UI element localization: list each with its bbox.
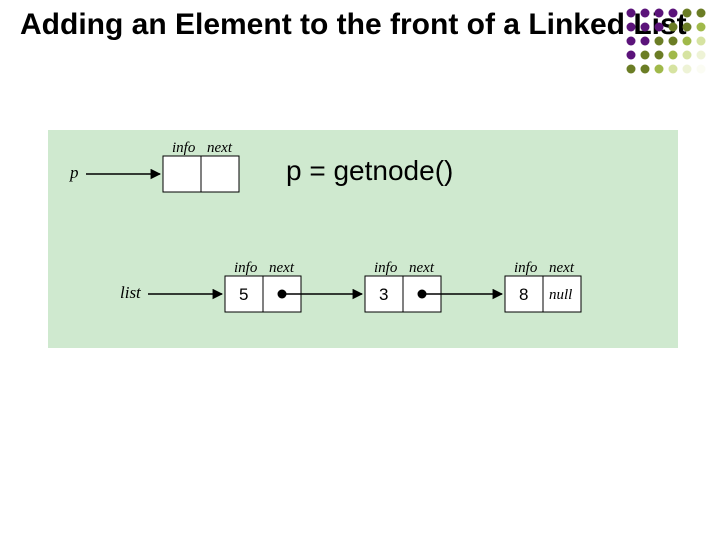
pointer-list-label: list (120, 283, 142, 302)
node2-next-label: next (549, 260, 575, 276)
new-node-next-label: next (207, 140, 233, 156)
slide-title: Adding an Element to the front of a Link… (20, 6, 687, 44)
node0-next-label: next (269, 260, 295, 276)
pointer-p-label: p (69, 163, 79, 182)
node0-info: 5 (239, 285, 248, 304)
node1-next-label: next (409, 260, 435, 276)
new-node-info-label: info (172, 140, 196, 156)
diagram-panel: p info next p = getnode() list info next… (48, 130, 678, 348)
code-line: p = getnode() (286, 155, 453, 186)
node2-info-label: info (514, 260, 538, 276)
decoration-dots (624, 6, 708, 76)
node0-info-label: info (234, 260, 258, 276)
node2-info: 8 (519, 285, 528, 304)
node2-null: null (549, 287, 572, 303)
node1-info-label: info (374, 260, 398, 276)
node1-info: 3 (379, 285, 388, 304)
